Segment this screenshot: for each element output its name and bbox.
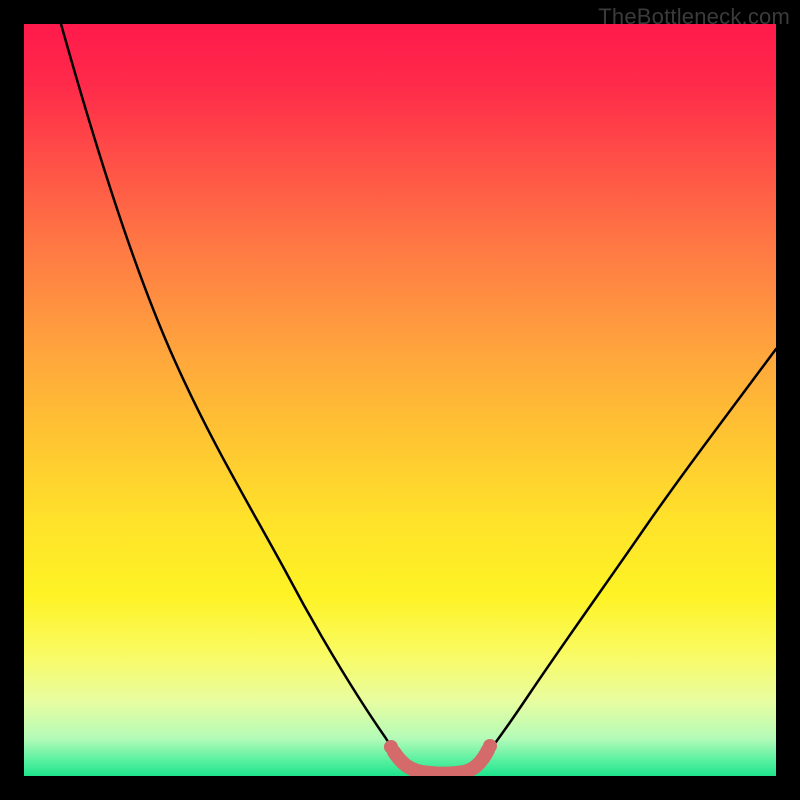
plot-area (24, 24, 776, 776)
left-curve (61, 24, 408, 768)
trough-highlight (394, 750, 488, 774)
chart-frame: TheBottleneck.com (0, 0, 800, 800)
curve-layer (24, 24, 776, 776)
trough-highlight-dot-left (384, 740, 398, 754)
trough-highlight-dot-right (483, 739, 497, 753)
right-curve (475, 349, 776, 768)
attribution-text: TheBottleneck.com (598, 4, 790, 30)
